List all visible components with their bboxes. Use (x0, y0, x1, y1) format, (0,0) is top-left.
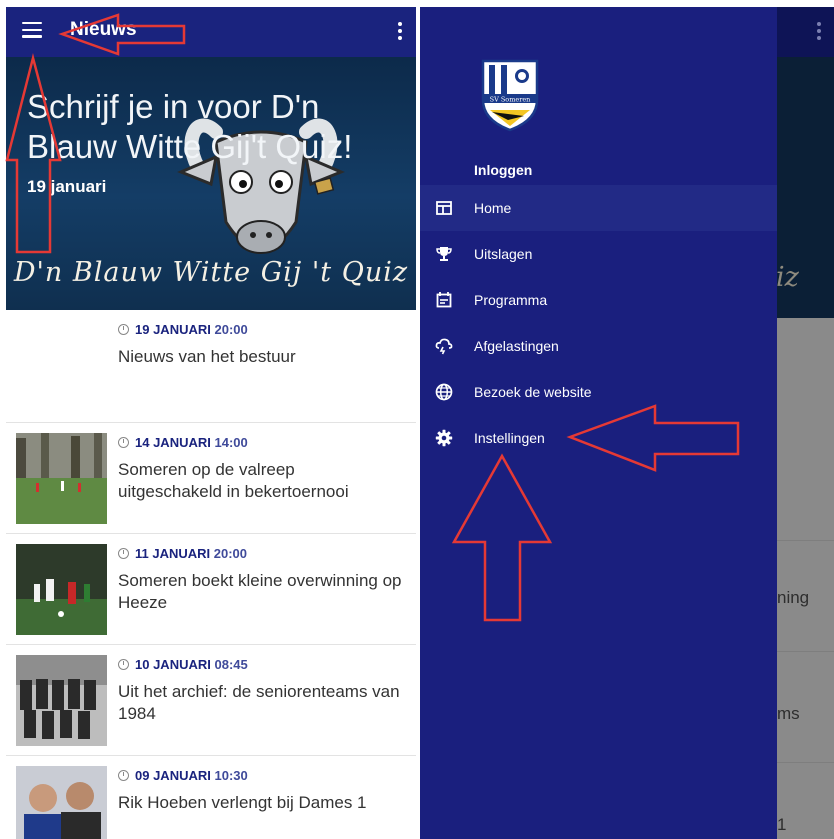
news-title: Someren op de valreep uitgeschakeld in b… (118, 460, 349, 501)
logo-text: SV Someren (490, 96, 531, 104)
clock-icon (118, 324, 129, 335)
dimmed-text: 1 (777, 815, 787, 834)
news-screen: Nieuws Schrijf je in voor D'n Blauw Witt… (6, 7, 416, 839)
drawer-item-label: Instellingen (474, 430, 545, 446)
news-time: 20:00 (214, 322, 248, 337)
news-thumbnail (16, 766, 107, 839)
news-date: 14 JANUARI (135, 435, 211, 450)
news-time: 08:45 (214, 657, 248, 672)
drawer-item-uitslagen[interactable]: Uitslagen (420, 231, 777, 277)
kebab-icon (817, 22, 821, 43)
drawer-item-label: Home (474, 200, 512, 216)
news-datetime: 19 JANUARI 20:00 (118, 322, 248, 337)
divider (776, 651, 834, 652)
list-item[interactable]: 10 JANUARI 08:45 Uit het archief: de sen… (6, 645, 416, 756)
drawer-item-label: Afgelastingen (474, 338, 559, 354)
drawer-item-label: Uitslagen (474, 246, 533, 262)
divider (776, 540, 834, 541)
drawer-item-label: Bezoek de website (474, 384, 592, 400)
news-time: 10:30 (214, 768, 248, 783)
news-thumbnail (16, 544, 107, 635)
login-link[interactable]: Inloggen (474, 162, 532, 178)
home-icon (436, 201, 452, 215)
drawer-item-home[interactable]: Home (420, 185, 777, 231)
app-bar: Nieuws (6, 7, 416, 57)
hero-banner[interactable]: Schrijf je in voor D'n Blauw Witte Gij't… (6, 57, 416, 310)
hero-date: 19 januari (27, 177, 107, 196)
hamburger-icon[interactable] (22, 22, 42, 38)
list-item[interactable]: 11 JANUARI 20:00 Someren boekt kleine ov… (6, 534, 416, 645)
dimmed-text: ms (777, 704, 800, 723)
news-date: 09 JANUARI (135, 768, 211, 783)
list-item[interactable]: 14 JANUARI 14:00 Someren op de valreep u… (6, 423, 416, 534)
drawer-item-label: Programma (474, 292, 548, 308)
news-datetime: 10 JANUARI 08:45 (118, 657, 248, 672)
trophy-icon (436, 247, 452, 261)
dimmed-text: ning (777, 588, 810, 607)
news-datetime: 11 JANUARI 20:00 (118, 546, 247, 561)
divider (776, 762, 834, 763)
hero-title: Schrijf je in voor D'n Blauw Witte Gij't… (27, 88, 353, 165)
page-title: Nieuws (70, 19, 137, 40)
news-list: 19 JANUARI 20:00 Nieuws van het bestuur (6, 310, 416, 839)
cloud-rain-icon (435, 338, 453, 355)
list-item[interactable]: 19 JANUARI 20:00 Nieuws van het bestuur (6, 310, 416, 423)
gear-icon (435, 429, 453, 447)
news-title: Uit het archief: de seniorenteams van 19… (118, 682, 400, 723)
hero-brand-text: D'n Blauw Witte Gij 't Quiz (13, 257, 409, 288)
news-title: Someren boekt kleine overwinning op Heez… (118, 571, 402, 612)
news-date: 10 JANUARI (135, 657, 211, 672)
news-datetime: 09 JANUARI 10:30 (118, 768, 248, 783)
club-logo: SV Someren (481, 59, 539, 132)
kebab-icon[interactable] (398, 22, 402, 43)
dimmed-hero-text: iz (776, 262, 799, 293)
news-date: 19 JANUARI (135, 322, 211, 337)
drawer-screen: iz ning ms 1 SV Someren Inloggen Home Ui… (420, 7, 834, 839)
drawer-item-instellingen[interactable]: Instellingen (420, 415, 777, 461)
clock-icon (118, 437, 129, 448)
navigation-drawer: SV Someren Inloggen Home Uitslagen Progr… (420, 7, 777, 839)
news-thumbnail (16, 433, 107, 524)
news-time: 20:00 (213, 546, 248, 561)
list-item[interactable]: 09 JANUARI 10:30 Rik Hoeben verlengt bij… (6, 756, 416, 839)
globe-icon (435, 383, 453, 401)
news-title: Nieuws van het bestuur (118, 347, 296, 366)
news-thumbnail (16, 655, 107, 746)
news-date: 11 JANUARI (135, 546, 211, 561)
calendar-icon (436, 292, 452, 308)
drawer-item-afgelastingen[interactable]: Afgelastingen (420, 323, 777, 369)
drawer-item-website[interactable]: Bezoek de website (420, 369, 777, 415)
news-time: 14:00 (214, 435, 248, 450)
drawer-menu: Home Uitslagen Programma Afgelastingen B… (420, 185, 777, 461)
news-datetime: 14 JANUARI 14:00 (118, 435, 248, 450)
news-title: Rik Hoeben verlengt bij Dames 1 (118, 793, 367, 812)
clock-icon (118, 548, 129, 559)
clock-icon (118, 770, 129, 781)
drawer-item-programma[interactable]: Programma (420, 277, 777, 323)
clock-icon (118, 659, 129, 670)
